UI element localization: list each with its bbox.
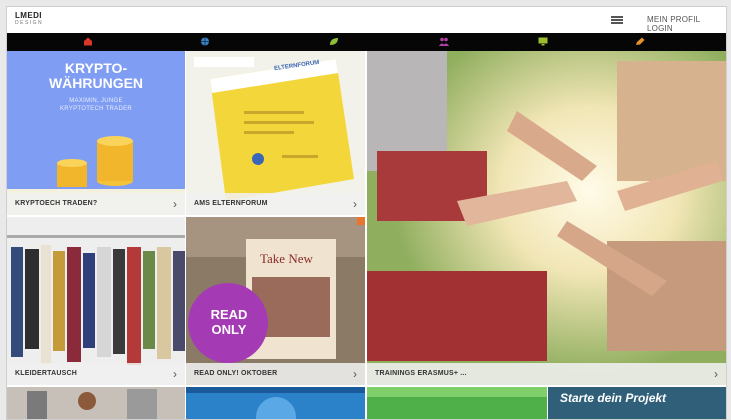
tile-bottom-3[interactable]: [367, 387, 547, 419]
leaf-icon[interactable]: [329, 37, 339, 46]
tile-headline: Starte dein Projekt: [560, 391, 667, 405]
chevron-right-icon: ›: [173, 367, 177, 381]
login-link[interactable]: MEIN PROFIL LOGIN: [647, 15, 726, 33]
caption-label: AMS ELTERNFORUM: [194, 200, 268, 207]
tile-caption: AMS ELTERNFORUM ›: [186, 193, 365, 215]
header: LMEDI DESIGN MEIN PROFIL LOGIN: [7, 7, 726, 33]
caption-label: READ ONLY! OKTOBER: [194, 370, 278, 377]
caption-label: KLEIDERTAUSCH: [15, 370, 77, 377]
app-window: LMEDI DESIGN MEIN PROFIL LOGIN KRYPTO- W…: [6, 6, 727, 420]
caption-label: KRYPTOECH TRADEN?: [15, 200, 98, 207]
caption-label: TRAININGS ERASMUS+ ...: [375, 370, 467, 377]
elternforum-illustration: [186, 51, 365, 215]
tile-headline: KRYPTO- WÄHRUNGEN: [48, 60, 144, 91]
logo[interactable]: LMEDI DESIGN: [15, 11, 49, 27]
tile-erasmus[interactable]: TRAININGS ERASMUS+ ... ›: [367, 51, 726, 385]
tile-krypto[interactable]: KRYPTO- WÄHRUNGEN MAXIMIN, JUNGE KRYPTOT…: [7, 51, 185, 215]
menu-icon[interactable]: [611, 16, 623, 24]
tile-elternforum[interactable]: ELTERNFORUM AMS ELTERNFORUM ›: [186, 51, 365, 215]
teamwork-hands-photo: [367, 51, 726, 385]
tile-caption: KRYPTOECH TRADEN? ›: [7, 193, 185, 215]
tile-caption: TRAININGS ERASMUS+ ... ›: [367, 363, 726, 385]
people-icon[interactable]: [439, 37, 449, 46]
pencil-icon[interactable]: [635, 37, 645, 46]
home-icon[interactable]: [83, 37, 93, 46]
accent-marker: [357, 217, 365, 225]
globe-icon[interactable]: [200, 37, 210, 46]
monitor-icon[interactable]: [538, 37, 548, 46]
category-bar: [7, 33, 726, 51]
tile-bottom-4[interactable]: Starte dein Projekt: [548, 387, 726, 419]
green-image: [367, 387, 547, 419]
tile-subline: MAXIMIN, JUNGE KRYPTOTECH TRADER: [59, 98, 133, 112]
logo-tagline: DESIGN: [15, 20, 44, 26]
book-photo: [186, 217, 365, 385]
tile-bottom-1[interactable]: [7, 387, 185, 419]
tile-caption: KLEIDERTAUSCH ›: [7, 363, 185, 385]
tile-kleidertausch[interactable]: KLEIDERTAUSCH ›: [7, 217, 185, 385]
tile-read-only[interactable]: Take New READ ONLY READ ONLY! OKTOBER ›: [186, 217, 365, 385]
chevron-right-icon: ›: [353, 367, 357, 381]
logo-wordmark: LMEDI: [15, 11, 42, 20]
people-photo: [7, 387, 185, 419]
tile-bottom-2[interactable]: [186, 387, 365, 419]
chevron-right-icon: ›: [173, 197, 177, 211]
read-only-badge: READ ONLY: [200, 307, 258, 337]
chevron-right-icon: ›: [353, 197, 357, 211]
badge-line-1: READ: [210, 307, 248, 322]
badge-line-2: ONLY: [211, 322, 247, 337]
clothes-rack-photo: [7, 217, 185, 385]
book-title: Take New: [260, 251, 313, 266]
blue-image: [186, 387, 365, 419]
chevron-right-icon: ›: [714, 367, 718, 381]
tile-caption: READ ONLY! OKTOBER ›: [186, 363, 365, 385]
